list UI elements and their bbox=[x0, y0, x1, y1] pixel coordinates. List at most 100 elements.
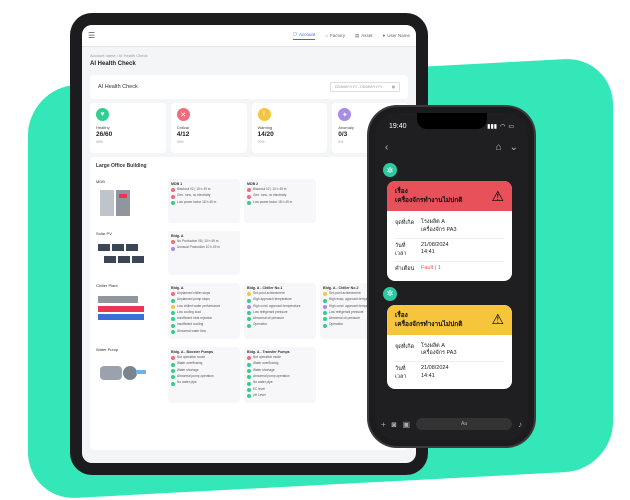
nav-account[interactable]: ▢ Account bbox=[292, 31, 316, 40]
alarm-item: Unplanned chiller stops bbox=[171, 291, 237, 297]
wifi-icon: ◠ bbox=[500, 124, 506, 130]
system-illustration bbox=[98, 244, 144, 263]
alarm-item: High approach temperature bbox=[247, 297, 313, 303]
nav-asset[interactable]: ▤ Asset bbox=[355, 33, 373, 39]
hamburger-menu-icon[interactable]: ☰ bbox=[88, 31, 95, 40]
kpi-card[interactable]: ✕ Critical 4/12 30% bbox=[170, 103, 247, 153]
alarm-item: Water shortage bbox=[171, 368, 237, 373]
message-title: เรื่อง เครื่องจักรทำงานไม่ปกติ bbox=[395, 188, 463, 205]
status-dot-icon bbox=[247, 356, 251, 361]
top-navigation: ☰ ▢ Account ⌂ Factory ▤ Asset ● User Name bbox=[82, 25, 416, 47]
message-field: จุดที่เกิด โรงผลิต A เครื่องจักร PA3 bbox=[395, 340, 504, 363]
system-row: Water Pump Bldg. A - Booster Pumps Not op… bbox=[96, 347, 402, 404]
alarm-item: Not operation mode bbox=[247, 355, 313, 361]
image-icon[interactable]: ▣ bbox=[403, 420, 411, 429]
status-dot-icon bbox=[171, 240, 175, 245]
bot-avatar[interactable]: ✲ bbox=[383, 163, 397, 177]
anomaly-icon: ✦ bbox=[338, 108, 352, 121]
status-dot-icon bbox=[323, 304, 327, 309]
nav-user[interactable]: ● User Name bbox=[383, 33, 410, 38]
account-icon: ▢ bbox=[292, 31, 297, 36]
alarm-item: High cond. approach temperature bbox=[247, 304, 313, 309]
breadcrumb[interactable]: Account name / AI Health Check bbox=[82, 47, 416, 58]
date-range-picker[interactable]: DD/MM/YYYY - DD/MM/YYYY ▦ bbox=[330, 82, 400, 92]
plus-icon[interactable]: + bbox=[381, 420, 386, 429]
message-field: วันที่ เวลา 21/08/2024 14:41 bbox=[395, 239, 504, 262]
chevron-down-icon[interactable]: ⌄ bbox=[510, 142, 518, 153]
status-dot-icon bbox=[247, 298, 251, 303]
kpi-label: Warning bbox=[257, 125, 273, 130]
kpi-value: 14/20 bbox=[257, 131, 274, 138]
asset-card[interactable]: Bldg. A - Chiller No.1 Set point achievem… bbox=[244, 283, 316, 340]
asset-card[interactable]: MDB 1 Blackout 02 | 10 h 49 m Gen. runs, n… bbox=[168, 179, 240, 223]
alarm-item: Unusual Production 10 h 49 m bbox=[171, 245, 237, 251]
panel-title: AI Health Check bbox=[98, 84, 138, 90]
system-name: Chiller Plant bbox=[96, 283, 118, 288]
status-dot-icon bbox=[247, 292, 251, 297]
alert-message[interactable]: เรื่อง เครื่องจักรทำงานไม่ปกติ ⚠ จุดที่เกิด… bbox=[387, 181, 512, 281]
status-dot-icon bbox=[171, 200, 175, 205]
card-title: Bldg. A - Booster Pumps bbox=[171, 350, 214, 355]
system-row: MDB MDB 1 Blackout 02 | 10 h 49 m Gen. run… bbox=[96, 179, 402, 223]
battery-icon: ▭ bbox=[508, 124, 514, 130]
status-dot-icon bbox=[247, 194, 251, 199]
asset-card[interactable]: Bldg. A No Production 08 | 10 h 49 m Unusu… bbox=[168, 231, 240, 275]
message-field: คำเตือน Fault | 1 bbox=[395, 264, 441, 272]
system-row: Chiller Plant Bldg. A Unplanned chiller s… bbox=[96, 283, 402, 340]
phone-device: 19:40 ▮▮▮ ◠ ▭ ‹ ⌂ ⌄ ✲ เรื่อง เครื่องจักรทำงาน… bbox=[369, 107, 534, 446]
status-dot-icon bbox=[247, 387, 251, 392]
status-dot-icon bbox=[247, 323, 251, 328]
card-title: MDB 2 bbox=[247, 182, 259, 186]
asset-card[interactable]: MDB 2 Blackout 02 | 10 h 49 m Gen. runs, n… bbox=[244, 179, 316, 223]
status-dot-icon bbox=[171, 311, 175, 316]
status-dot-icon bbox=[171, 304, 175, 309]
alarm-item: No water pipe bbox=[171, 380, 237, 386]
asset-card[interactable]: Bldg. A - Booster Pumps Not operation mod… bbox=[168, 347, 240, 404]
kpi-percent: 45% bbox=[96, 140, 104, 144]
nav-factory[interactable]: ⌂ Factory bbox=[325, 33, 345, 38]
status-dot-icon bbox=[247, 362, 251, 367]
message-input[interactable]: Aa bbox=[416, 418, 512, 430]
message-input-bar: + ◙ ▣ Aa ♪ bbox=[381, 418, 522, 430]
message-field: วันที่ เวลา 21/08/2024 14:41 bbox=[395, 365, 449, 381]
bot-avatar[interactable]: ✲ bbox=[383, 286, 397, 301]
system-illustration bbox=[98, 296, 144, 320]
alarm-siren-icon: ⚠ bbox=[491, 187, 504, 204]
microphone-icon[interactable]: ♪ bbox=[518, 420, 522, 429]
back-icon[interactable]: ‹ bbox=[385, 142, 388, 153]
alarm-item: Operation bbox=[247, 323, 313, 328]
status-dot-icon bbox=[247, 375, 251, 380]
alarm-item: Not operation mode bbox=[171, 355, 237, 361]
alarm-item: EC level bbox=[247, 387, 313, 392]
phone-screen: 19:40 ▮▮▮ ◠ ▭ ‹ ⌂ ⌄ ✲ เรื่อง เครื่องจักรทำงาน… bbox=[375, 113, 528, 440]
heart-icon: ♥ bbox=[96, 108, 109, 121]
status-dot-icon bbox=[171, 246, 175, 251]
kpi-percent: 30% bbox=[176, 140, 184, 144]
alarm-item: Blackout 02 | 10 h 49 m bbox=[171, 187, 237, 193]
tablet-screen: ☰ ▢ Account ⌂ Factory ▤ Asset ● User Name Ac… bbox=[82, 25, 416, 463]
kpi-card[interactable]: ♥ Healthy 26/60 45% bbox=[90, 103, 166, 153]
status-dot-icon bbox=[323, 298, 327, 303]
system-name: Solar PV bbox=[96, 231, 112, 236]
home-icon[interactable]: ⌂ bbox=[496, 142, 502, 153]
alarm-item: Abnormal oil pressure bbox=[247, 316, 313, 322]
alarm-item: Low power factor 18 h 49 m bbox=[247, 200, 313, 205]
card-title: MDB 1 bbox=[171, 182, 183, 186]
asset-card[interactable]: Bldg. A Unplanned chiller stops Unplanned … bbox=[168, 283, 240, 340]
status-dot-icon bbox=[247, 311, 251, 316]
status-dot-icon bbox=[247, 304, 251, 309]
alarm-item: Gen. runs, no electricity bbox=[247, 193, 313, 199]
alert-message[interactable]: เรื่อง เครื่องจักรทำงานไม่ปกติ ⚠ จุดที่เกิด… bbox=[387, 304, 512, 390]
signal-icon: ▮▮▮ bbox=[487, 124, 498, 130]
status-dot-icon bbox=[247, 381, 251, 386]
kpi-value: 26/60 bbox=[96, 131, 113, 138]
alarm-item: Low refrigerant pressure bbox=[247, 310, 313, 316]
system-row: Solar PV Bldg. A No Production 08 | 10 h … bbox=[96, 231, 402, 275]
asset-card[interactable]: Bldg. A - Transfer Pumps Not operation mo… bbox=[244, 347, 316, 404]
alarm-item: Water overflowing bbox=[171, 362, 237, 367]
alarm-item: Abnormal pump operation bbox=[247, 374, 313, 380]
camera-icon[interactable]: ◙ bbox=[392, 420, 397, 429]
kpi-card[interactable]: ! Warning 14/20 70% bbox=[251, 103, 328, 153]
system-illustration bbox=[100, 190, 130, 216]
calendar-icon: ▦ bbox=[391, 85, 395, 89]
